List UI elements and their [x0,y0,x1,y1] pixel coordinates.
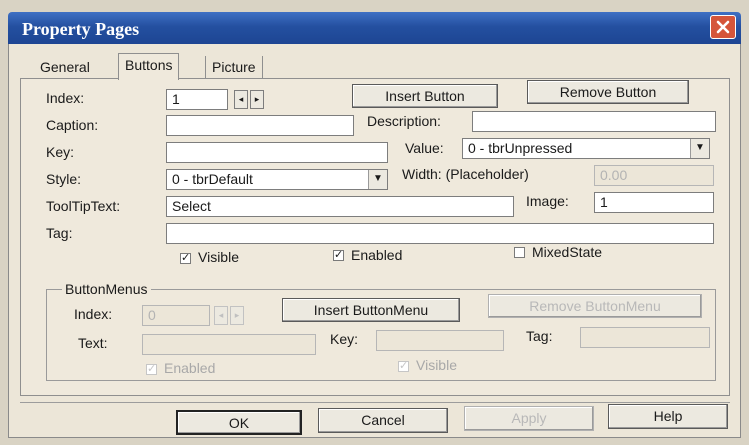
bm-index-spin-up[interactable]: ▸ [230,306,244,325]
style-combo-text: 0 - tbrDefault [172,171,253,187]
remove-button-button[interactable]: Remove Button [527,80,689,104]
buttonmenus-group-label: ButtonMenus [62,281,151,297]
tab-picture[interactable]: Picture [205,56,263,78]
visible-label: Visible [198,249,239,265]
tooltip-input[interactable]: Select [166,196,514,217]
apply-button[interactable]: Apply [464,406,594,431]
value-label: Value: [405,140,444,156]
key-label: Key: [46,144,75,160]
width-input[interactable]: 0.00 [594,165,714,186]
value-combo[interactable]: 0 - tbrUnpressed ▼ [462,138,710,159]
bm-enabled-label: Enabled [164,360,216,376]
ok-button[interactable]: OK [176,410,302,435]
help-button[interactable]: Help [608,404,728,429]
enabled-label: Enabled [351,247,403,263]
width-label: Width: (Placeholder) [402,166,529,182]
bm-text-label: Text: [78,335,108,351]
chevron-down-icon[interactable]: ▼ [368,170,387,189]
insert-button-button[interactable]: Insert Button [352,84,498,108]
style-label: Style: [46,171,82,187]
key-input[interactable] [166,142,388,163]
title-bar: Property Pages [8,12,741,44]
index-spin-up[interactable]: ▸ [250,90,264,109]
tag-label: Tag: [46,225,73,241]
bm-key-label: Key: [330,331,359,347]
visible-checkbox[interactable]: ✓ [180,253,191,264]
close-icon [716,20,730,34]
tab-buttons[interactable]: Buttons [118,53,180,80]
tab-general[interactable]: General [34,56,96,78]
bm-visible-label: Visible [416,357,457,373]
window-title: Property Pages [22,19,140,39]
bm-enabled-checkbox[interactable]: ✓ [146,364,157,375]
style-combo[interactable]: 0 - tbrDefault ▼ [166,169,388,190]
insert-buttonmenu-button[interactable]: Insert ButtonMenu [282,298,460,322]
mixedstate-checkbox[interactable] [514,247,525,258]
cancel-button[interactable]: Cancel [318,408,448,433]
caption-label: Caption: [46,117,99,133]
bm-tag-input[interactable] [580,327,710,348]
index-label: Index: [46,90,85,106]
tooltip-label: ToolTipText: [46,198,121,214]
description-label: Description: [367,113,441,129]
bm-visible-checkbox[interactable]: ✓ [398,361,409,372]
close-button[interactable] [710,15,736,39]
enabled-checkbox[interactable]: ✓ [333,250,344,261]
bm-text-input[interactable] [142,334,316,355]
remove-buttonmenu-button[interactable]: Remove ButtonMenu [488,294,702,318]
value-combo-text: 0 - tbrUnpressed [468,140,573,156]
caption-input[interactable] [166,115,354,136]
bm-index-input[interactable]: 0 [142,305,210,326]
description-input[interactable] [472,111,716,132]
bm-index-label: Index: [74,306,113,322]
bm-key-input[interactable] [376,330,504,351]
index-spin-down[interactable]: ◂ [234,90,248,109]
image-label: Image: [526,193,569,209]
bm-index-spin-down[interactable]: ◂ [214,306,228,325]
footer-divider [20,402,730,403]
mixedstate-label: MixedState [532,244,603,260]
bm-tag-label: Tag: [526,328,553,344]
image-input[interactable]: 1 [594,192,714,213]
tag-input[interactable] [166,223,714,244]
chevron-down-icon[interactable]: ▼ [690,139,709,158]
index-input[interactable]: 1 [166,89,228,110]
